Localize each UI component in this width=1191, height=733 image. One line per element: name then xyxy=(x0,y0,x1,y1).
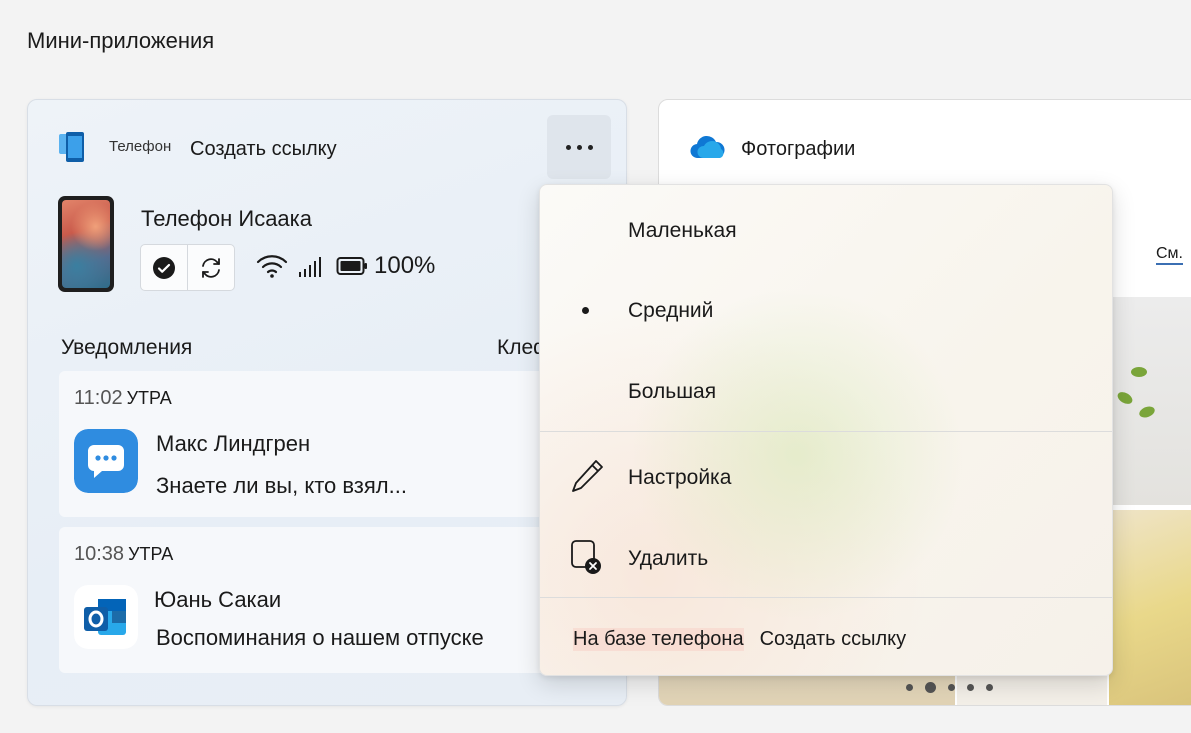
powered-by-label: На базе телефона xyxy=(573,628,744,651)
carousel-indicator[interactable] xyxy=(906,682,993,693)
battery-percent: 100% xyxy=(374,252,436,279)
dot-icon xyxy=(576,144,582,150)
menu-separator xyxy=(540,431,1112,432)
notification-time: 11:02 xyxy=(74,387,123,409)
notification-ampm: УТРА xyxy=(128,544,174,564)
menu-item-label: Большая xyxy=(628,380,717,403)
menu-item-label: Настройка xyxy=(628,466,732,489)
carousel-dot[interactable] xyxy=(948,684,955,691)
menu-item-size-medium[interactable]: Средний xyxy=(540,275,1112,347)
phone-link-app-icon xyxy=(59,132,84,162)
create-link-link[interactable]: Создать ссылку xyxy=(760,628,907,651)
device-status: 100% xyxy=(256,252,435,280)
menu-footer: На базе телефона Создать ссылку xyxy=(573,628,906,651)
notification-sender: Макс Линдгрен xyxy=(156,431,311,456)
dot-icon xyxy=(565,144,571,150)
create-link-link[interactable]: Создать ссылку xyxy=(190,138,337,161)
notifications-heading: Уведомления xyxy=(61,336,193,359)
battery-icon xyxy=(336,257,367,275)
phone-widget: Телефон Создать ссылку Телефон Исаака 10… xyxy=(27,99,627,706)
sync-button[interactable] xyxy=(187,245,234,290)
menu-item-size-small[interactable]: Маленькая xyxy=(540,195,1112,267)
menu-item-label: Средний xyxy=(628,299,714,322)
notification-message: Воспоминания о нашем отпуске xyxy=(156,625,484,650)
messages-icon xyxy=(74,429,138,493)
selected-bullet-icon xyxy=(582,307,589,314)
notification-message: Знаете ли вы, кто взял... xyxy=(156,473,407,498)
photo-thumbnail[interactable] xyxy=(1109,297,1191,505)
page-title: Мини-приложения xyxy=(27,28,215,53)
photos-title: Фотографии xyxy=(741,138,856,160)
pencil-icon xyxy=(572,460,603,492)
notification-sender: Юань Сакаи xyxy=(154,587,282,612)
notification-ampm: УТРА xyxy=(126,388,172,408)
onedrive-cloud-icon xyxy=(690,135,725,159)
signal-icon xyxy=(299,257,321,277)
notification-item[interactable]: 10:38 УТРА Юань Сакаи Воспоминания о наше… xyxy=(59,527,599,673)
device-controls xyxy=(140,244,235,291)
outlook-icon xyxy=(74,585,138,649)
connected-button[interactable] xyxy=(141,245,187,290)
menu-item-remove[interactable]: Удалить xyxy=(540,523,1112,595)
carousel-dot[interactable] xyxy=(967,684,974,691)
see-all-link[interactable]: См. xyxy=(1156,245,1183,265)
dot-icon xyxy=(587,144,593,150)
notification-item[interactable]: 11:02 УТРА Макс Линдгрен Знаете ли вы, кт… xyxy=(59,371,599,517)
remove-widget-icon xyxy=(571,540,601,574)
widget-app-name: Телефон xyxy=(109,138,172,155)
menu-item-customize[interactable]: Настройка xyxy=(540,442,1112,514)
menu-item-label: Маленькая xyxy=(628,219,737,242)
device-thumbnail xyxy=(58,196,114,292)
menu-separator xyxy=(540,597,1112,598)
carousel-dot-active[interactable] xyxy=(925,682,936,693)
carousel-dot[interactable] xyxy=(906,684,913,691)
sync-icon xyxy=(202,257,220,278)
more-options-button[interactable] xyxy=(547,115,611,179)
device-name: Телефон Исаака xyxy=(141,206,313,231)
carousel-dot[interactable] xyxy=(986,684,993,691)
wifi-icon xyxy=(256,255,288,278)
menu-item-label: Удалить xyxy=(628,547,709,570)
photo-thumbnail[interactable] xyxy=(1109,510,1191,705)
widget-context-menu: Маленькая Средний Большая Настройка Удал… xyxy=(539,184,1113,676)
check-circle-icon xyxy=(153,256,175,279)
menu-item-size-large[interactable]: Большая xyxy=(540,356,1112,428)
notification-time: 10:38 xyxy=(74,543,125,565)
